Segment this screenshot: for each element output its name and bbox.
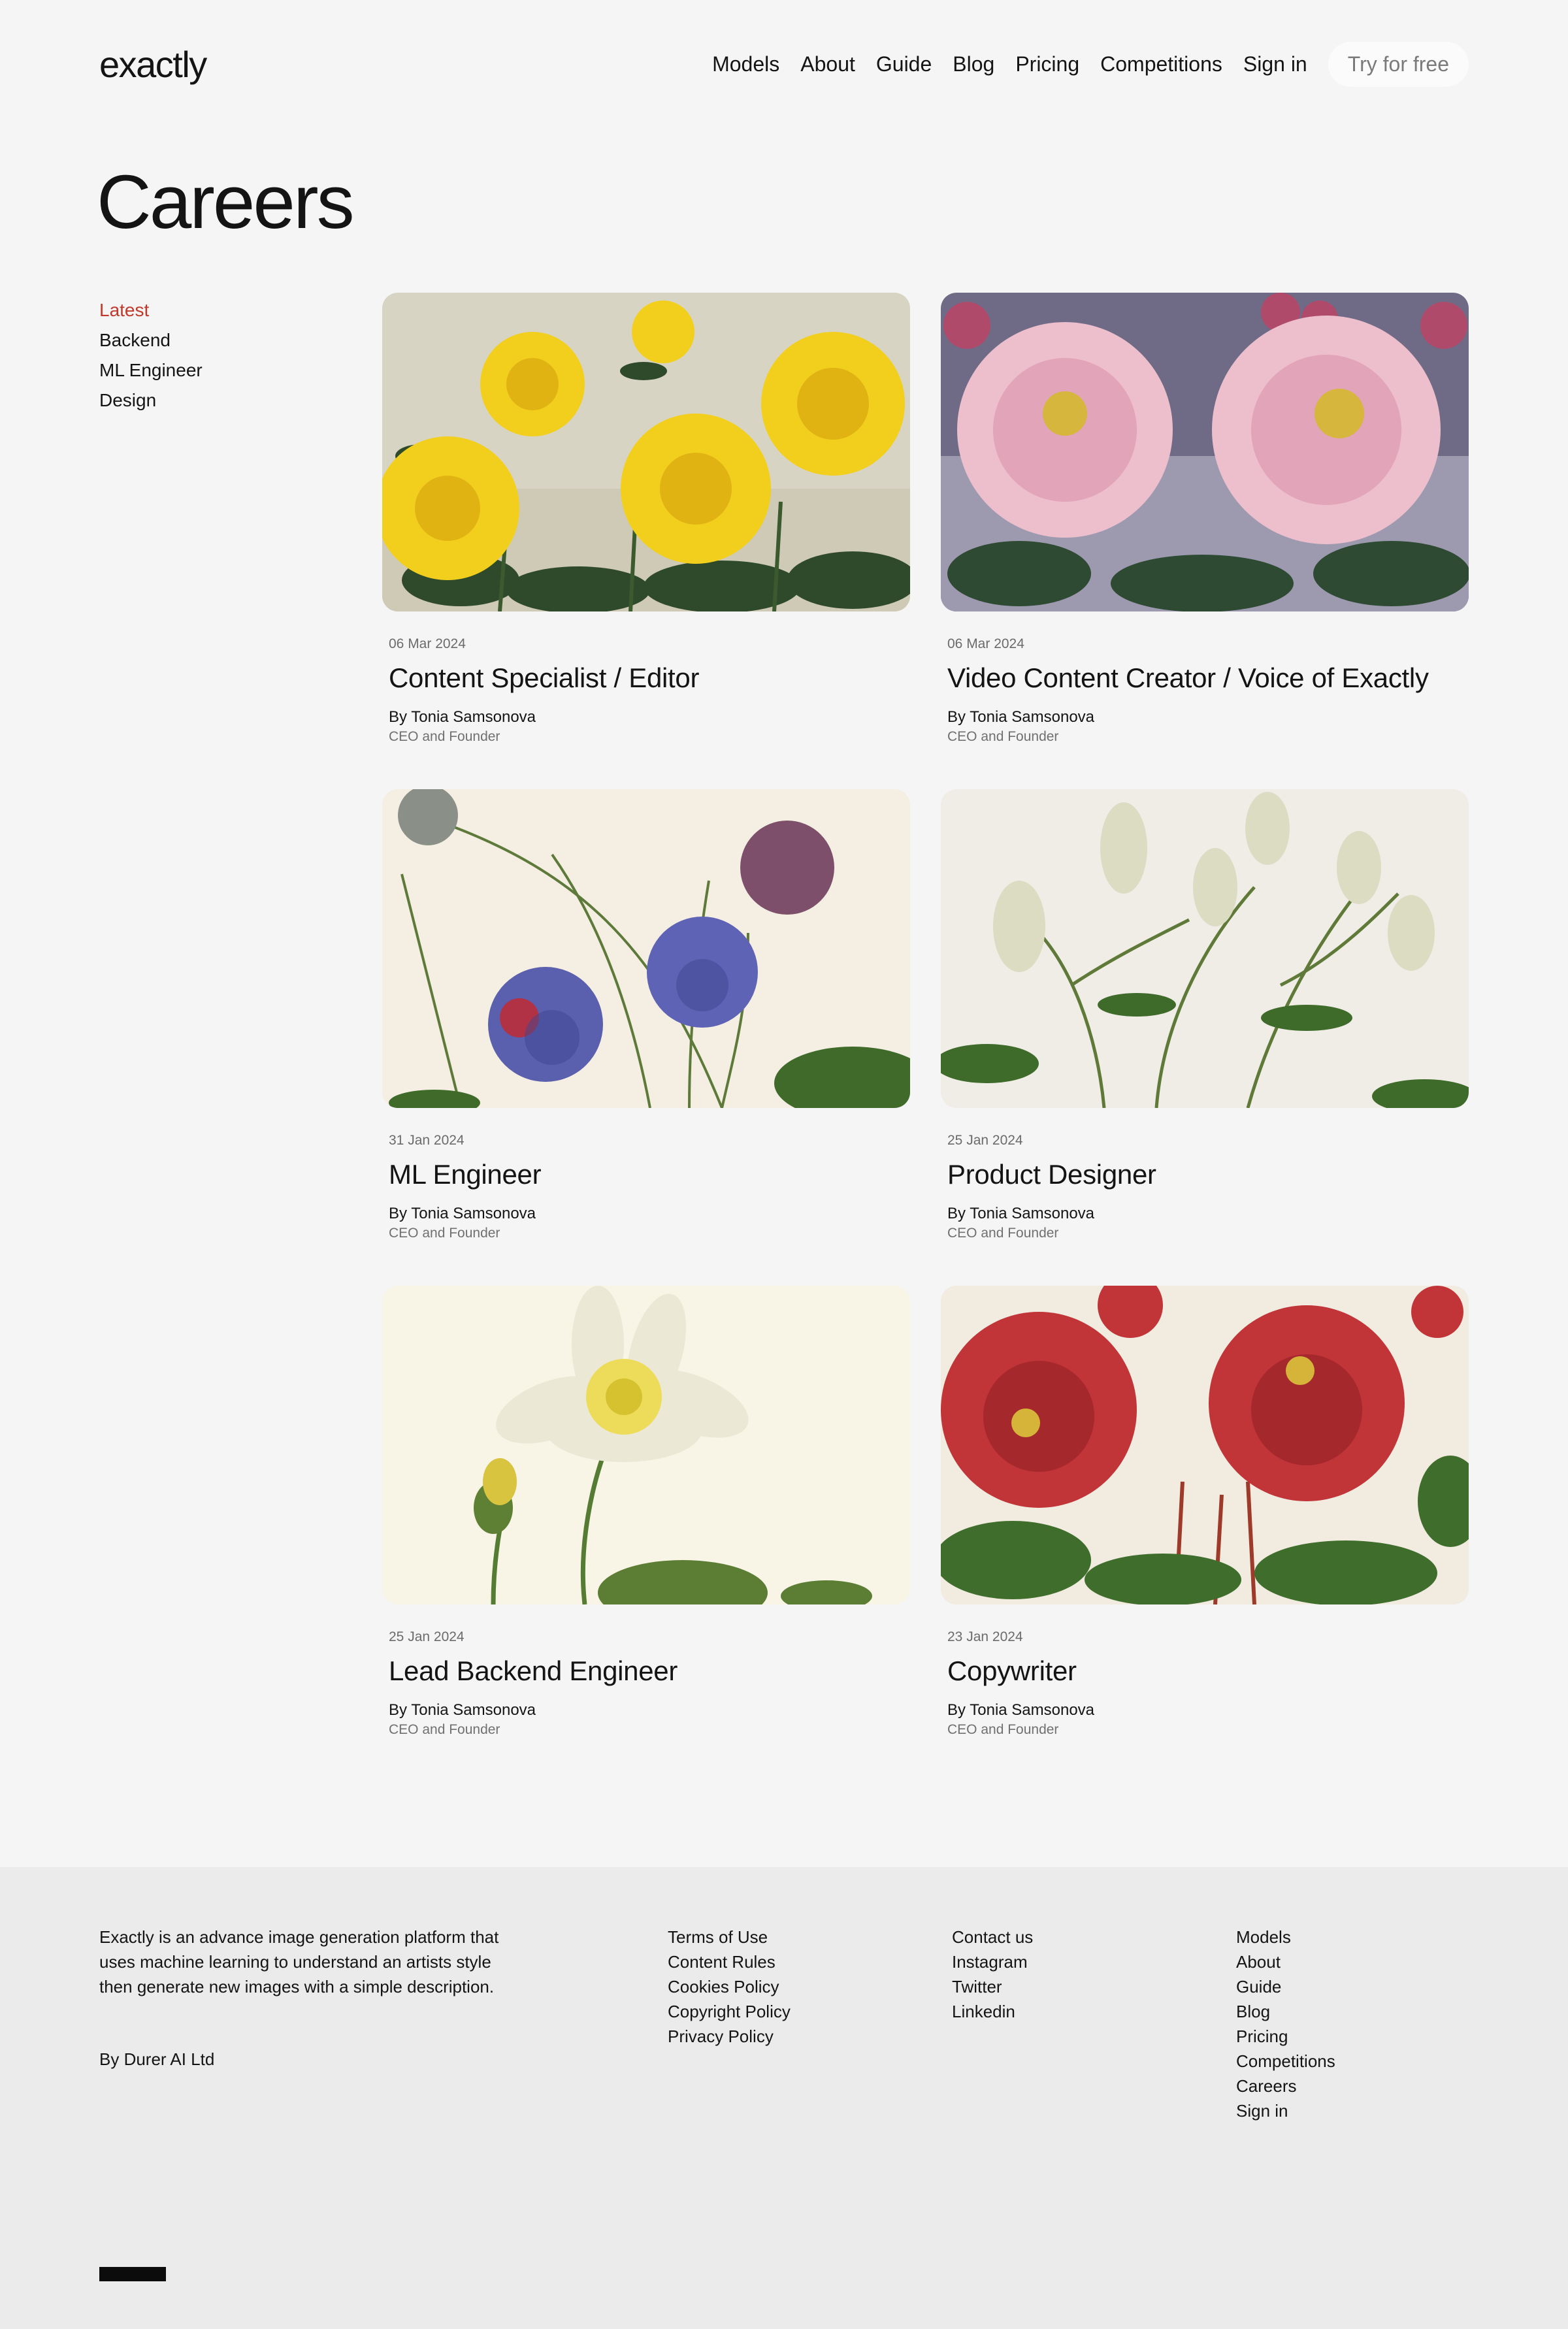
filter-backend[interactable]: Backend	[99, 325, 203, 355]
post-author-role: CEO and Founder	[389, 729, 500, 744]
nav-competitions[interactable]: Competitions	[1100, 52, 1222, 76]
nav-about[interactable]: About	[800, 52, 855, 76]
nav-sign-in[interactable]: Sign in	[1243, 52, 1307, 76]
post-card[interactable]: 25 Jan 2024 Lead Backend Engineer By Ton…	[382, 1286, 910, 1742]
nav-guide[interactable]: Guide	[876, 52, 932, 76]
post-card[interactable]: 25 Jan 2024 Product Designer By Tonia Sa…	[941, 789, 1469, 1245]
post-title[interactable]: Copywriter	[947, 1655, 1469, 1687]
footer-link-models[interactable]: Models	[1236, 1925, 1335, 1949]
footer-link-content-rules[interactable]: Content Rules	[668, 1949, 791, 1974]
footer-link-copyright[interactable]: Copyright Policy	[668, 1999, 791, 2024]
post-title[interactable]: ML Engineer	[389, 1159, 910, 1190]
footer-link-twitter[interactable]: Twitter	[952, 1974, 1033, 1999]
logo[interactable]: exactly	[99, 43, 207, 86]
post-author-role: CEO and Founder	[947, 1226, 1059, 1241]
footer-link-sign-in[interactable]: Sign in	[1236, 2098, 1335, 2123]
post-author-role: CEO and Founder	[389, 1722, 500, 1737]
post-date: 06 Mar 2024	[947, 636, 1024, 651]
post-author-role: CEO and Founder	[947, 729, 1059, 744]
post-meta: 06 Mar 2024 Content Specialist / Editor …	[382, 636, 910, 745]
post-date: 23 Jan 2024	[947, 1629, 1023, 1644]
post-image-lotus[interactable]	[382, 1286, 910, 1604]
filter-design[interactable]: Design	[99, 385, 203, 415]
post-title[interactable]: Product Designer	[947, 1159, 1469, 1190]
footer-link-about[interactable]: About	[1236, 1949, 1335, 1974]
nav-models[interactable]: Models	[712, 52, 779, 76]
filter-ml-engineer[interactable]: ML Engineer	[99, 355, 203, 385]
post-image-yellow-roses[interactable]	[382, 293, 910, 611]
post-author: By Tonia Samsonova	[947, 1701, 1095, 1719]
post-date: 06 Mar 2024	[389, 636, 466, 651]
post-meta: 31 Jan 2024 ML Engineer By Tonia Samsono…	[382, 1133, 910, 1241]
footer-social-links: Contact us Instagram Twitter Linkedin	[952, 1925, 1033, 2024]
main-nav: Models About Guide Blog Pricing Competit…	[691, 41, 1469, 87]
footer-link-competitions[interactable]: Competitions	[1236, 2049, 1335, 2074]
post-meta: 23 Jan 2024 Copywriter By Tonia Samsonov…	[941, 1629, 1469, 1738]
post-meta: 06 Mar 2024 Video Content Creator / Voic…	[941, 636, 1469, 745]
page-title: Careers	[97, 159, 355, 244]
footer-link-guide[interactable]: Guide	[1236, 1974, 1335, 1999]
footer-link-terms[interactable]: Terms of Use	[668, 1925, 791, 1949]
footer-brand-mark	[99, 2267, 166, 2281]
try-for-free-button[interactable]: Try for free	[1328, 41, 1469, 87]
post-author: By Tonia Samsonova	[389, 1701, 536, 1719]
category-filter: Latest Backend ML Engineer Design	[99, 295, 203, 415]
post-author: By Tonia Samsonova	[947, 1205, 1095, 1222]
post-author: By Tonia Samsonova	[389, 708, 536, 726]
footer-company: By Durer AI Ltd	[99, 2049, 215, 2069]
footer-link-linkedin[interactable]: Linkedin	[952, 1999, 1033, 2024]
post-card[interactable]: 06 Mar 2024 Video Content Creator / Voic…	[941, 293, 1469, 749]
post-image-white-lilies[interactable]	[941, 789, 1469, 1108]
post-title[interactable]: Video Content Creator / Voice of Exactly	[947, 662, 1469, 694]
footer-link-contact[interactable]: Contact us	[952, 1925, 1033, 1949]
post-card[interactable]: 06 Mar 2024 Content Specialist / Editor …	[382, 293, 910, 749]
post-date: 25 Jan 2024	[947, 1133, 1023, 1148]
footer-link-pricing[interactable]: Pricing	[1236, 2024, 1335, 2049]
footer-link-privacy[interactable]: Privacy Policy	[668, 2024, 791, 2049]
site-footer: Exactly is an advance image generation p…	[0, 1867, 1568, 2329]
footer-link-cookies[interactable]: Cookies Policy	[668, 1974, 791, 1999]
post-author-role: CEO and Founder	[389, 1226, 500, 1241]
post-card[interactable]: 23 Jan 2024 Copywriter By Tonia Samsonov…	[941, 1286, 1469, 1742]
post-image-red-roses[interactable]	[941, 1286, 1469, 1604]
site-header: exactly Models About Guide Blog Pricing …	[99, 39, 1469, 89]
footer-legal-links: Terms of Use Content Rules Cookies Polic…	[668, 1925, 791, 2049]
filter-latest[interactable]: Latest	[99, 295, 203, 325]
careers-grid: 06 Mar 2024 Content Specialist / Editor …	[382, 293, 1469, 1742]
nav-blog[interactable]: Blog	[953, 52, 994, 76]
post-author-role: CEO and Founder	[947, 1722, 1059, 1737]
nav-pricing[interactable]: Pricing	[1015, 52, 1079, 76]
post-image-pink-peonies[interactable]	[941, 293, 1469, 611]
post-title[interactable]: Content Specialist / Editor	[389, 662, 910, 694]
footer-link-blog[interactable]: Blog	[1236, 1999, 1335, 2024]
post-image-blackberries[interactable]	[382, 789, 910, 1108]
post-date: 31 Jan 2024	[389, 1133, 465, 1148]
footer-link-instagram[interactable]: Instagram	[952, 1949, 1033, 1974]
post-meta: 25 Jan 2024 Product Designer By Tonia Sa…	[941, 1133, 1469, 1241]
post-title[interactable]: Lead Backend Engineer	[389, 1655, 910, 1687]
post-author: By Tonia Samsonova	[947, 708, 1095, 726]
post-card[interactable]: 31 Jan 2024 ML Engineer By Tonia Samsono…	[382, 789, 910, 1245]
post-meta: 25 Jan 2024 Lead Backend Engineer By Ton…	[382, 1629, 910, 1738]
post-author: By Tonia Samsonova	[389, 1205, 536, 1222]
footer-site-links: Models About Guide Blog Pricing Competit…	[1236, 1925, 1335, 2123]
footer-link-careers[interactable]: Careers	[1236, 2074, 1335, 2098]
footer-description: Exactly is an advance image generation p…	[99, 1927, 499, 1996]
post-date: 25 Jan 2024	[389, 1629, 465, 1644]
